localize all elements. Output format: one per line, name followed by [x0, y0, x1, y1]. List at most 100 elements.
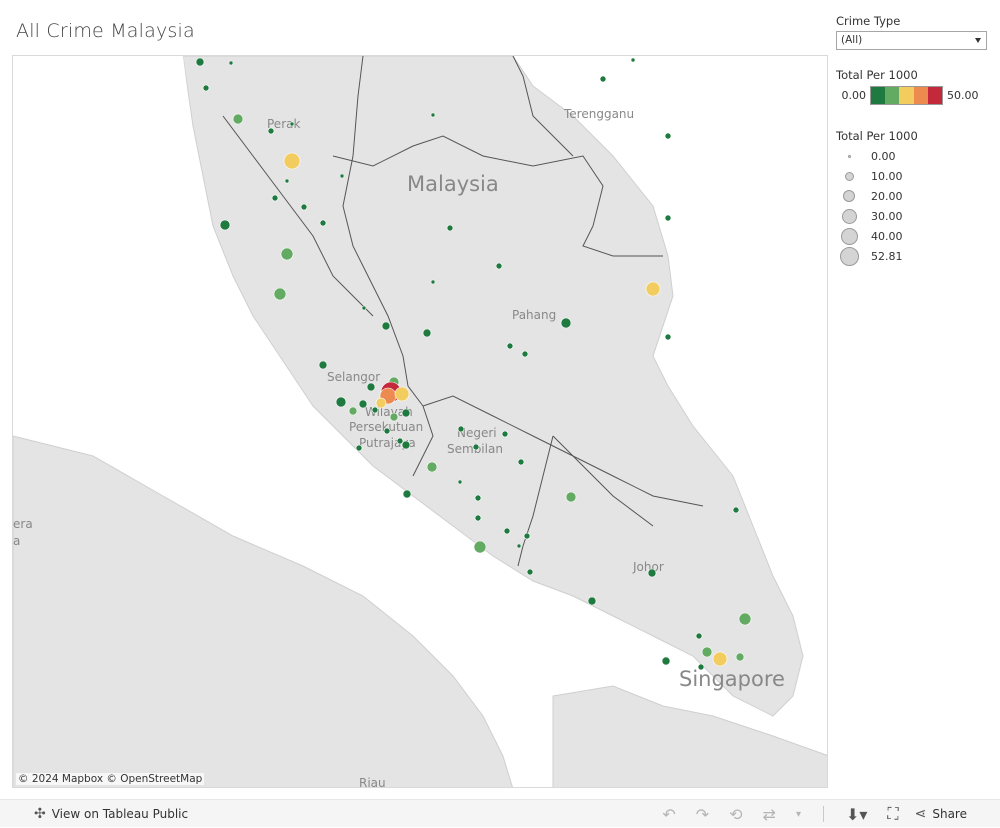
crime-point[interactable]: [401, 440, 411, 450]
color-swatch: [913, 87, 928, 104]
crime-point[interactable]: [289, 121, 295, 127]
crime-point[interactable]: [735, 652, 745, 662]
crime-point[interactable]: [664, 333, 672, 341]
crime-point[interactable]: [521, 350, 529, 358]
size-legend-item[interactable]: 40.00: [836, 226, 988, 246]
size-legend-dot-box: [836, 190, 862, 202]
crime-point[interactable]: [381, 321, 391, 331]
crime-point[interactable]: [195, 57, 205, 67]
size-legend-value: 0.00: [871, 149, 896, 163]
refresh-icon[interactable]: ⇄: [763, 805, 776, 824]
size-legend-item[interactable]: 10.00: [836, 166, 988, 186]
view-on-tableau-link[interactable]: ✣ View on Tableau Public: [34, 806, 188, 822]
map-attribution[interactable]: © 2024 Mapbox © OpenStreetMap: [16, 773, 205, 785]
crime-point[interactable]: [472, 443, 480, 451]
crime-point[interactable]: [430, 112, 436, 118]
crime-point[interactable]: [647, 568, 657, 578]
crime-point[interactable]: [402, 489, 412, 499]
crime-point[interactable]: [630, 57, 636, 63]
crime-point[interactable]: [495, 262, 503, 270]
size-legend-item[interactable]: 20.00: [836, 186, 988, 206]
size-legend-dot: [839, 246, 859, 266]
size-legend-dot: [847, 154, 851, 158]
crime-point[interactable]: [457, 425, 465, 433]
crime-point[interactable]: [501, 430, 509, 438]
share-icon: ⋖: [914, 806, 927, 822]
crime-point[interactable]: [560, 317, 572, 329]
crime-type-dropdown[interactable]: (All): [836, 31, 987, 50]
crime-point[interactable]: [280, 247, 294, 261]
crime-point[interactable]: [664, 132, 672, 140]
crime-type-value: (All): [841, 34, 863, 46]
crime-point[interactable]: [422, 328, 432, 338]
crime-point[interactable]: [284, 178, 290, 184]
crime-point[interactable]: [587, 596, 597, 606]
crime-point[interactable]: [366, 382, 376, 392]
crime-point[interactable]: [318, 360, 328, 370]
crime-point[interactable]: [697, 663, 705, 671]
size-legend-item[interactable]: 52.81: [836, 246, 988, 266]
crime-point[interactable]: [375, 397, 387, 409]
color-gradient[interactable]: [870, 86, 943, 105]
map-canvas[interactable]: PerakTerengganuMalaysiaPahangSelangorNeg…: [13, 56, 828, 788]
share-button[interactable]: ⋖ Share: [915, 806, 967, 822]
crime-point[interactable]: [319, 219, 327, 227]
crime-point[interactable]: [446, 224, 454, 232]
crime-point[interactable]: [526, 568, 534, 576]
crime-point[interactable]: [358, 399, 368, 409]
map-view[interactable]: Perak Terengganu Malaysia Pahang Selangor Neg…: [12, 55, 828, 788]
crime-point[interactable]: [732, 506, 740, 514]
crime-point[interactable]: [506, 342, 514, 350]
crime-point[interactable]: [523, 532, 531, 540]
size-legend-item[interactable]: 30.00: [836, 206, 988, 226]
chevron-down-icon: [975, 38, 981, 43]
crime-point[interactable]: [273, 287, 287, 301]
crime-point[interactable]: [474, 514, 482, 522]
crime-point[interactable]: [335, 396, 347, 408]
share-label: Share: [932, 807, 967, 821]
crime-point[interactable]: [516, 543, 522, 549]
crime-point[interactable]: [371, 406, 379, 414]
crime-point[interactable]: [394, 386, 410, 402]
crime-point[interactable]: [339, 173, 345, 179]
crime-point[interactable]: [503, 527, 511, 535]
crime-point[interactable]: [599, 75, 607, 83]
crime-point[interactable]: [348, 406, 358, 416]
undo-icon[interactable]: ↶: [662, 805, 675, 824]
crime-point[interactable]: [401, 408, 411, 418]
crime-point[interactable]: [473, 540, 487, 554]
crime-point[interactable]: [383, 427, 391, 435]
crime-point[interactable]: [645, 281, 661, 297]
crime-point[interactable]: [396, 437, 404, 445]
fullscreen-icon[interactable]: ⛶: [887, 804, 898, 824]
crime-point[interactable]: [457, 479, 463, 485]
download-icon[interactable]: ⬇▾: [846, 805, 867, 824]
crime-point[interactable]: [300, 203, 308, 211]
crime-point[interactable]: [283, 152, 301, 170]
crime-point[interactable]: [664, 214, 672, 222]
crime-point[interactable]: [202, 84, 210, 92]
pause-dropdown-icon[interactable]: ▾: [796, 809, 801, 820]
crime-point[interactable]: [712, 651, 728, 667]
crime-point[interactable]: [426, 461, 438, 473]
crime-point[interactable]: [738, 612, 752, 626]
crime-point[interactable]: [219, 219, 231, 231]
crime-point[interactable]: [661, 656, 671, 666]
redo-icon[interactable]: ↷: [696, 805, 709, 824]
crime-point[interactable]: [232, 113, 244, 125]
crime-point[interactable]: [565, 491, 577, 503]
crime-point[interactable]: [695, 632, 703, 640]
crime-point[interactable]: [517, 458, 525, 466]
tableau-logo-icon: ✣: [34, 805, 46, 822]
crime-point[interactable]: [361, 305, 367, 311]
size-legend-item[interactable]: 0.00: [836, 146, 988, 166]
crime-point[interactable]: [701, 646, 713, 658]
crime-point[interactable]: [430, 279, 436, 285]
crime-point[interactable]: [355, 444, 363, 452]
revert-icon[interactable]: ⟲: [729, 805, 742, 824]
crime-point[interactable]: [389, 412, 399, 422]
crime-point[interactable]: [271, 194, 279, 202]
crime-point[interactable]: [267, 127, 275, 135]
crime-point[interactable]: [474, 494, 482, 502]
crime-point[interactable]: [228, 60, 234, 66]
